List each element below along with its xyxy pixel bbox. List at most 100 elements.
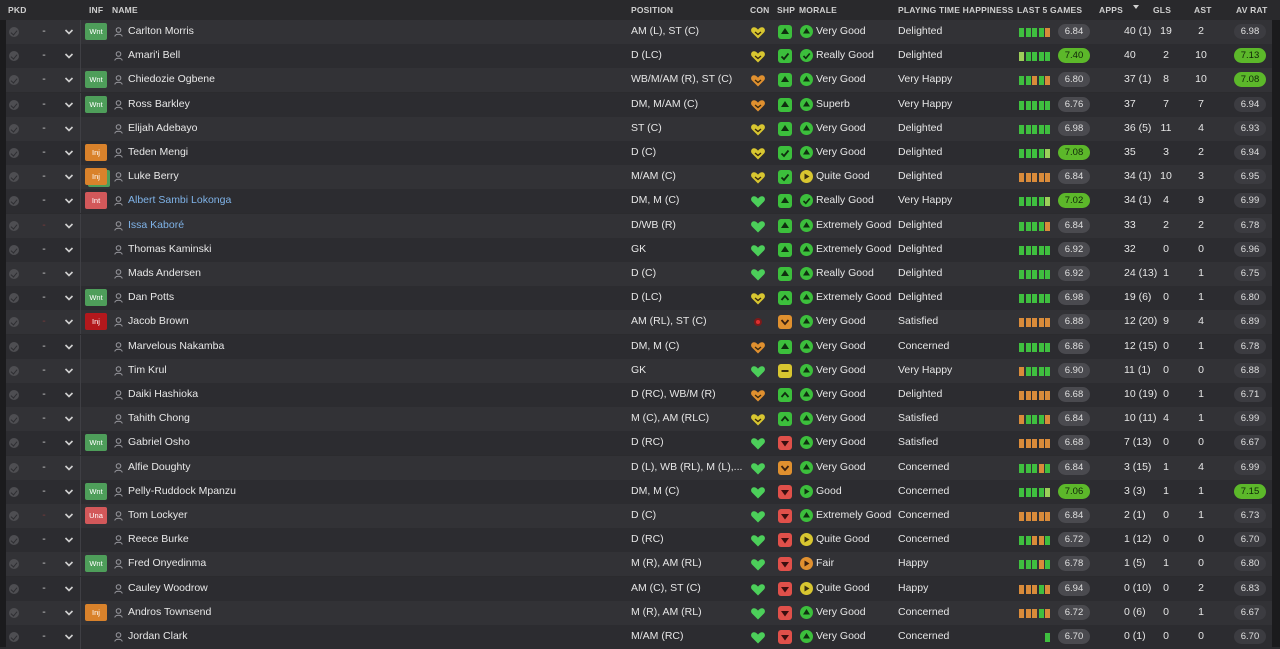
table-row[interactable]: - Mads Andersen D (C) Really Good Delighted 6…	[6, 262, 1272, 286]
player-name[interactable]: Amari'i Bell	[128, 49, 180, 61]
table-row[interactable]: - Tahith Chong M (C), AM (RLC) Very Good Sat…	[6, 407, 1272, 432]
chevron-down-icon[interactable]	[63, 631, 75, 643]
table-row[interactable]: - Marvelous Nakamba DM, M (C) Very Good Conc…	[6, 334, 1272, 359]
player-name[interactable]: Gabriel Osho	[128, 436, 190, 448]
chevron-down-icon[interactable]	[63, 195, 75, 207]
player-name[interactable]: Ross Barkley	[128, 98, 190, 110]
pick-checkbox[interactable]	[9, 123, 19, 134]
col-header-ast[interactable]: AST	[1194, 5, 1212, 15]
player-name[interactable]: Andros Townsend	[128, 606, 211, 618]
pick-checkbox[interactable]	[9, 99, 19, 110]
table-row[interactable]: - Int Albert Sambi Lokonga DM, M (C) Really …	[6, 189, 1272, 214]
status-badge[interactable]: Wnt	[85, 434, 107, 452]
pick-checkbox[interactable]	[9, 486, 19, 497]
table-row[interactable]: - Reece Burke D (RC) Quite Good Concerned 6.7…	[6, 528, 1272, 553]
table-row[interactable]: - Wnt Gabriel Osho D (RC) Very Good Satisfied…	[6, 431, 1272, 456]
status-badge[interactable]: Inj	[85, 603, 107, 621]
table-row[interactable]: - Wnt Dan Potts D (LC) Extremely Good Delight…	[6, 286, 1272, 311]
player-name[interactable]: Pelly-Ruddock Mpanzu	[128, 485, 236, 497]
col-header-morale[interactable]: MORALE	[799, 5, 837, 15]
col-header-pkd[interactable]: PKD	[8, 5, 27, 15]
chevron-down-icon[interactable]	[63, 486, 75, 498]
status-badge[interactable]: Wnt	[85, 555, 107, 573]
table-row[interactable]: - Inj Luke Berry M/AM (C) Quite Good Delighte…	[6, 165, 1272, 190]
pick-checkbox[interactable]	[9, 341, 19, 352]
col-header-gls[interactable]: GLS	[1153, 5, 1171, 15]
chevron-down-icon[interactable]	[63, 99, 75, 111]
player-name[interactable]: Jordan Clark	[128, 630, 188, 642]
player-name[interactable]: Tim Krul	[128, 364, 167, 376]
status-badge[interactable]: Wnt	[85, 95, 107, 113]
player-name[interactable]: Tahith Chong	[128, 412, 190, 424]
player-name[interactable]: Cauley Woodrow	[128, 582, 208, 594]
status-badge[interactable]: Int	[85, 192, 107, 210]
chevron-down-icon[interactable]	[63, 316, 75, 328]
chevron-down-icon[interactable]	[63, 437, 75, 449]
chevron-down-icon[interactable]	[63, 534, 75, 546]
status-badge[interactable]: Una	[85, 507, 107, 524]
player-name[interactable]: Dan Potts	[128, 291, 174, 303]
status-badge[interactable]: Wnt	[85, 482, 107, 500]
pick-checkbox[interactable]	[9, 148, 19, 158]
player-name[interactable]: Reece Burke	[128, 533, 189, 545]
chevron-down-icon[interactable]	[63, 583, 75, 595]
col-header-con[interactable]: CON	[750, 5, 770, 15]
pick-checkbox[interactable]	[9, 511, 19, 521]
pick-checkbox[interactable]	[9, 607, 19, 618]
col-header-apps[interactable]: APPS	[1099, 5, 1123, 15]
table-row[interactable]: - Wnt Chiedozie Ogbene WB/M/AM (R), ST (C) V…	[6, 68, 1272, 93]
player-name[interactable]: Teden Mengi	[128, 146, 188, 158]
col-header-position[interactable]: POSITION	[631, 5, 673, 15]
player-name[interactable]: Chiedozie Ogbene	[128, 73, 215, 85]
table-row[interactable]: - Thomas Kaminski GK Extremely Good Delighte…	[6, 237, 1272, 262]
chevron-down-icon[interactable]	[63, 510, 75, 522]
chevron-down-icon[interactable]	[63, 220, 75, 232]
chevron-down-icon[interactable]	[63, 341, 75, 353]
player-name[interactable]: Daiki Hashioka	[128, 388, 198, 400]
pick-checkbox[interactable]	[9, 365, 19, 376]
chevron-down-icon[interactable]	[63, 607, 75, 619]
table-row[interactable]: - Amari'i Bell D (LC) Really Good Delighted 7…	[6, 44, 1272, 69]
status-badge[interactable]: Inj	[85, 144, 107, 161]
chevron-down-icon[interactable]	[63, 171, 75, 183]
chevron-down-icon[interactable]	[63, 462, 75, 474]
player-name[interactable]: Luke Berry	[128, 170, 179, 182]
pick-checkbox[interactable]	[9, 390, 19, 400]
chevron-down-icon[interactable]	[63, 268, 75, 280]
player-name[interactable]: Elijah Adebayo	[128, 122, 197, 134]
pick-checkbox[interactable]	[9, 293, 19, 304]
player-name[interactable]: Tom Lockyer	[128, 509, 188, 521]
table-row[interactable]: - Una Tom Lockyer D (C) Extremely Good Concer…	[6, 504, 1272, 528]
chevron-down-icon[interactable]	[63, 123, 75, 135]
pick-checkbox[interactable]	[9, 414, 19, 425]
scrollbar-track[interactable]	[1272, 0, 1280, 647]
col-header-name[interactable]: NAME	[112, 5, 138, 15]
chevron-down-icon[interactable]	[63, 26, 75, 38]
pick-checkbox[interactable]	[9, 559, 19, 570]
col-header-last5[interactable]: LAST 5 GAMES	[1017, 5, 1082, 15]
col-header-shp[interactable]: SHP	[777, 5, 795, 15]
table-row[interactable]: - Jordan Clark M/AM (RC) Very Good Concerned…	[6, 625, 1272, 649]
chevron-down-icon[interactable]	[63, 292, 75, 304]
table-row[interactable]: - Tim Krul GK Very Good Very Happy 6.90 11 (1)…	[6, 358, 1272, 383]
pick-checkbox[interactable]	[9, 269, 19, 279]
player-name[interactable]: Alfie Doughty	[128, 461, 190, 473]
player-name[interactable]: Issa Kaboré	[128, 219, 184, 231]
pick-checkbox[interactable]	[9, 317, 19, 328]
col-header-inf[interactable]: INF	[89, 5, 103, 15]
pick-checkbox[interactable]	[9, 27, 19, 37]
col-header-playing-time[interactable]: PLAYING TIME HAPPINESS	[898, 5, 1014, 15]
status-badge[interactable]: Wnt	[85, 289, 107, 307]
pick-checkbox[interactable]	[9, 632, 19, 642]
table-row[interactable]: - Inj Jacob Brown AM (RL), ST (C) Very Good S…	[6, 310, 1272, 335]
pick-checkbox[interactable]	[9, 462, 19, 473]
pick-checkbox[interactable]	[9, 535, 19, 546]
table-row[interactable]: - Wnt Ross Barkley DM, M/AM (C) Superb Very H…	[6, 92, 1272, 117]
chevron-down-icon[interactable]	[63, 413, 75, 425]
table-row[interactable]: - Wnt Carlton Morris AM (L), ST (C) Very Goo…	[6, 20, 1272, 44]
player-name[interactable]: Marvelous Nakamba	[128, 340, 224, 352]
table-row[interactable]: - Inj Teden Mengi D (C) Very Good Delighted 7.…	[6, 141, 1272, 165]
pick-checkbox[interactable]	[9, 196, 19, 207]
player-name[interactable]: Carlton Morris	[128, 25, 194, 37]
player-name[interactable]: Jacob Brown	[128, 315, 189, 327]
